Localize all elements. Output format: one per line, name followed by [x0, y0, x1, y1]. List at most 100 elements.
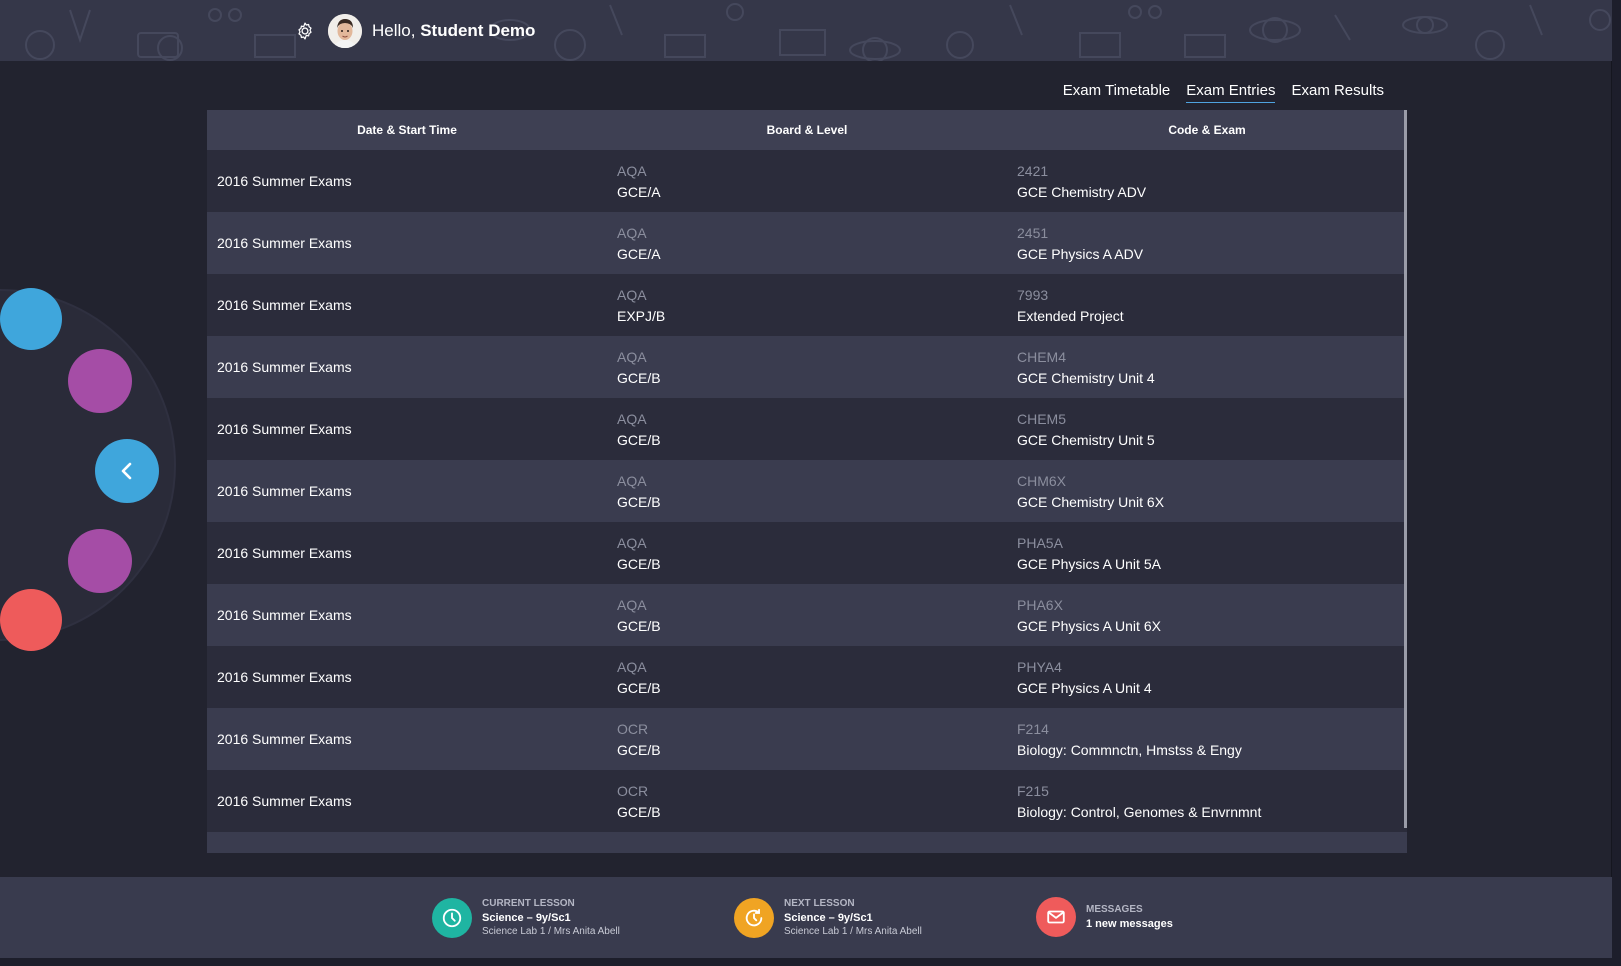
exam-code: F216	[1017, 853, 1407, 854]
user-name: Student Demo	[420, 21, 536, 40]
exam-level: GCE/A	[617, 183, 661, 200]
exam-session: 2016 Summer Exams	[217, 545, 352, 561]
exam-title: GCE Physics A Unit 6X	[1017, 617, 1161, 634]
avatar[interactable]	[328, 14, 362, 48]
current-lesson-title: Science – 9y/Sc1	[482, 912, 571, 924]
code-exam: F214 Biology: Commnctn, Hmstss & Engy	[1007, 721, 1407, 758]
board-level: AQA EXPJ/B	[607, 287, 1007, 324]
exam-board: AQA	[617, 472, 647, 489]
table-row[interactable]: 2016 Summer Exams AQA GCE/B PHA6X GCE Physic…	[207, 584, 1407, 646]
exam-board: AQA	[617, 596, 647, 613]
chevron-left-icon	[121, 462, 132, 480]
code-exam: 2421 GCE Chemistry ADV	[1007, 163, 1407, 200]
greeting-text: Hello, Student Demo	[372, 21, 536, 40]
back-button[interactable]	[95, 439, 159, 503]
code-exam: CHEM5 GCE Chemistry Unit 5	[1007, 411, 1407, 448]
exam-level: GCE/B	[617, 369, 661, 386]
exam-level: GCE/B	[617, 803, 661, 820]
exam-level: GCE/B	[617, 555, 661, 572]
exam-code: PHA5A	[1017, 534, 1063, 551]
table-row[interactable]: 2016 Summer Exams AQA EXPJ/B 7993 Extended P…	[207, 274, 1407, 336]
exam-title: GCE Chemistry Unit 6X	[1017, 493, 1165, 510]
column-header-date[interactable]: Date & Start Time	[207, 123, 607, 137]
exam-title: GCE Physics A Unit 4	[1017, 679, 1152, 696]
code-exam: F215 Biology: Control, Genomes & Envrnmnt	[1007, 783, 1407, 820]
exam-code: PHA6X	[1017, 596, 1063, 613]
table-scrollbar[interactable]	[1404, 110, 1407, 828]
exam-board: AQA	[617, 348, 647, 365]
exam-session: 2016 Summer Exams	[217, 731, 352, 747]
messages[interactable]: MESSAGES 1 new messages	[1036, 897, 1173, 937]
exam-session: 2016 Summer Exams	[217, 483, 352, 499]
exam-code: PHYA4	[1017, 658, 1062, 675]
header-bar: Hello, Student Demo	[0, 0, 1612, 61]
table-row[interactable]: 2016 Summer Exams AQA GCE/A 2421 GCE Chemist…	[207, 150, 1407, 212]
board-level: AQA GCE/A	[607, 163, 1007, 200]
exam-title: Biology: Control, Genomes & Envrnmnt	[1017, 803, 1262, 820]
gear-icon[interactable]	[295, 21, 315, 41]
exam-level: EXPJ/B	[617, 307, 666, 324]
column-header-board[interactable]: Board & Level	[607, 123, 1007, 137]
menu-bubble-purple-top[interactable]	[68, 349, 132, 413]
exam-level: GCE/B	[617, 741, 661, 758]
tab-exam-entries[interactable]: Exam Entries	[1186, 82, 1276, 103]
board-level: AQA GCE/B	[607, 597, 1007, 634]
current-lesson[interactable]: CURRENT LESSON Science – 9y/Sc1 Science …	[432, 897, 620, 939]
code-exam: PHYA4 GCE Physics A Unit 4	[1007, 659, 1407, 696]
messages-label: MESSAGES	[1086, 904, 1143, 915]
exam-session: 2016 Summer Exams	[217, 235, 352, 251]
tab-exam-timetable[interactable]: Exam Timetable	[1063, 82, 1171, 103]
tab-exam-results[interactable]: Exam Results	[1291, 82, 1384, 103]
menu-bubble-blue[interactable]	[0, 288, 62, 350]
table-row[interactable]: 2016 Summer Exams AQA GCE/A 2451 GCE Physics…	[207, 212, 1407, 274]
table-row[interactable]: 2016 Summer Exams AQA GCE/B CHEM4 GCE Chemis…	[207, 336, 1407, 398]
column-header-exam[interactable]: Code & Exam	[1007, 123, 1407, 137]
code-exam: 2451 GCE Physics A ADV	[1007, 225, 1407, 262]
exam-code: F214	[1017, 720, 1049, 737]
next-lesson[interactable]: NEXT LESSON Science – 9y/Sc1 Science Lab…	[734, 897, 922, 939]
exam-session: 2016 Summer Exams	[217, 607, 352, 623]
next-lesson-title: Science – 9y/Sc1	[784, 912, 873, 924]
table-row[interactable]: 2016 Summer Exams AQA GCE/B CHEM5 GCE Chemis…	[207, 398, 1407, 460]
board-level: AQA GCE/B	[607, 349, 1007, 386]
exam-title: GCE Chemistry Unit 4	[1017, 369, 1155, 386]
table-row[interactable]: 2016 Summer Exams AQA GCE/B PHYA4 GCE Physic…	[207, 646, 1407, 708]
exam-board: OCR	[617, 853, 1007, 854]
exam-title: GCE Chemistry Unit 5	[1017, 431, 1155, 448]
clock-icon	[432, 898, 472, 938]
code-exam: F216	[1007, 853, 1407, 854]
exam-session: 2016 Summer Exams	[217, 173, 352, 189]
doodle-pattern	[25, 3, 1611, 61]
exam-board: AQA	[617, 410, 647, 427]
board-level: AQA GCE/B	[607, 659, 1007, 696]
code-exam: CHEM4 GCE Chemistry Unit 4	[1007, 349, 1407, 386]
menu-bubble-purple-bottom[interactable]	[68, 529, 132, 593]
table-row[interactable]: 2016 Summer Exams OCR GCE/B F214 Biology: Co…	[207, 708, 1407, 770]
side-menu	[0, 270, 200, 660]
next-lesson-label: NEXT LESSON	[784, 898, 855, 909]
table-row[interactable]: OCR F216	[207, 832, 1407, 853]
exam-code: 2421	[1017, 162, 1049, 179]
table-row[interactable]: 2016 Summer Exams AQA GCE/B CHM6X GCE Chemis…	[207, 460, 1407, 522]
user-greeting: Hello, Student Demo	[295, 14, 535, 48]
exam-board: AQA	[617, 658, 647, 675]
exam-session: 2016 Summer Exams	[217, 359, 352, 375]
exam-session: 2016 Summer Exams	[217, 297, 352, 313]
menu-bubble-red[interactable]	[0, 589, 62, 651]
exam-code: CHEM4	[1017, 348, 1067, 365]
exam-code: CHM6X	[1017, 472, 1067, 489]
exam-level: GCE/B	[617, 431, 661, 448]
exam-session: 2016 Summer Exams	[217, 421, 352, 437]
table-row[interactable]: 2016 Summer Exams OCR GCE/B F215 Biology: Co…	[207, 770, 1407, 832]
exam-entries-table: Date & Start Time Board & Level Code & E…	[207, 110, 1407, 853]
exam-title: GCE Chemistry ADV	[1017, 183, 1147, 200]
exam-level: GCE/B	[617, 617, 661, 634]
app-frame: Hello, Student Demo Exam Timetable Exam …	[0, 0, 1612, 958]
exam-level: GCE/A	[617, 245, 661, 262]
clock-forward-icon	[734, 898, 774, 938]
lesson-footer: CURRENT LESSON Science – 9y/Sc1 Science …	[0, 877, 1612, 958]
table-row[interactable]: 2016 Summer Exams AQA GCE/B PHA5A GCE Physic…	[207, 522, 1407, 584]
board-level: AQA GCE/B	[607, 411, 1007, 448]
code-exam: PHA5A GCE Physics A Unit 5A	[1007, 535, 1407, 572]
exam-board: OCR	[617, 720, 649, 737]
